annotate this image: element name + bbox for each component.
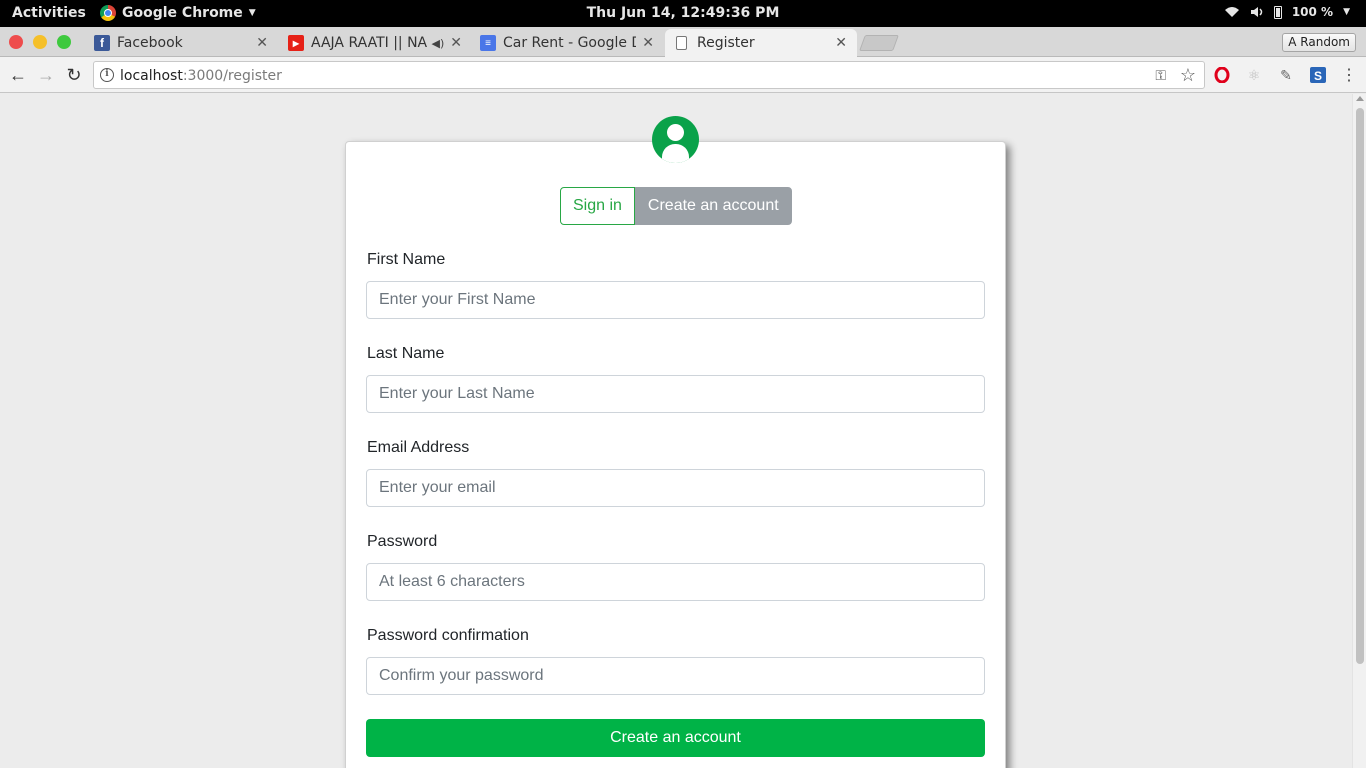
- battery-level: 100 %: [1291, 5, 1334, 19]
- url-host: localhost: [120, 68, 183, 84]
- opera-extension-icon[interactable]: [1213, 66, 1231, 84]
- react-devtools-icon[interactable]: ⚛: [1245, 66, 1263, 84]
- scroll-up-arrow-icon[interactable]: [1356, 96, 1364, 101]
- password-input[interactable]: [366, 563, 985, 601]
- profile-button[interactable]: A Random: [1282, 33, 1356, 52]
- maximize-window-button[interactable]: [57, 35, 71, 49]
- eyedropper-icon[interactable]: ✎: [1277, 66, 1295, 84]
- last-name-label: Last Name: [367, 345, 445, 362]
- password-label: Password: [367, 533, 438, 550]
- tab-facebook[interactable]: f Facebook ✕: [86, 29, 278, 57]
- user-avatar-icon: [652, 116, 699, 163]
- system-top-bar: Activities Google Chrome ▼ Thu Jun 14, 1…: [0, 0, 1366, 27]
- chrome-icon: [100, 5, 116, 21]
- reload-icon[interactable]: ↻: [64, 65, 84, 85]
- minimize-window-button[interactable]: [33, 35, 47, 49]
- extension-s-icon[interactable]: S: [1309, 66, 1327, 84]
- tab-register[interactable]: Register ✕: [665, 29, 857, 57]
- last-name-input[interactable]: [366, 375, 985, 413]
- register-card: Sign in Create an account First Name Las…: [345, 141, 1006, 768]
- create-account-button[interactable]: Create an account: [366, 719, 985, 757]
- password-confirmation-input[interactable]: [366, 657, 985, 695]
- first-name-input[interactable]: [366, 281, 985, 319]
- url-text: localhost:3000/register: [120, 68, 282, 84]
- page-scrollbar[interactable]: [1352, 94, 1366, 768]
- google-docs-icon: ≡: [480, 35, 496, 51]
- sign-in-tab-button[interactable]: Sign in: [560, 187, 635, 225]
- tab-strip: f Facebook ✕ ▶ AAJA RAATI || NA ◀) ✕ ≡ C…: [0, 27, 1366, 57]
- scroll-thumb[interactable]: [1356, 108, 1364, 664]
- tab-google-docs[interactable]: ≡ Car Rent - Google Do ✕: [472, 29, 664, 57]
- tab-label: Facebook: [117, 35, 183, 51]
- back-arrow-icon[interactable]: ←: [8, 65, 28, 85]
- email-label: Email Address: [367, 439, 470, 456]
- url-path: :3000/register: [182, 68, 282, 84]
- password-confirmation-label: Password confirmation: [367, 627, 529, 644]
- status-menu[interactable]: 100 % ▼: [1224, 5, 1350, 19]
- tab-label: Register: [697, 35, 755, 51]
- caret-down-icon: ▼: [248, 8, 256, 18]
- speaker-icon[interactable]: ◀): [432, 37, 445, 50]
- battery-icon: [1273, 5, 1282, 19]
- address-bar[interactable]: i localhost:3000/register ⚿ ☆: [93, 61, 1205, 89]
- browser-toolbar: ← → ↻ i localhost:3000/register ⚿ ☆ ⚛ ✎ …: [0, 57, 1366, 93]
- bookmark-star-icon[interactable]: ☆: [1180, 65, 1196, 86]
- close-tab-icon[interactable]: ✕: [642, 35, 654, 51]
- close-tab-icon[interactable]: ✕: [450, 35, 462, 51]
- key-icon[interactable]: ⚿: [1155, 67, 1166, 84]
- volume-icon: [1250, 7, 1263, 17]
- wifi-icon: [1224, 7, 1239, 17]
- first-name-label: First Name: [367, 251, 446, 268]
- app-name: Google Chrome: [122, 5, 243, 21]
- page-icon: [676, 36, 687, 50]
- svg-text:S: S: [1314, 69, 1322, 83]
- tab-youtube[interactable]: ▶ AAJA RAATI || NA ◀) ✕: [280, 29, 472, 57]
- youtube-icon: ▶: [288, 35, 304, 51]
- tab-label: Car Rent - Google Do: [503, 35, 637, 51]
- close-tab-icon[interactable]: ✕: [835, 35, 847, 51]
- forward-arrow-icon[interactable]: →: [36, 65, 56, 85]
- app-menu[interactable]: Google Chrome ▼: [100, 5, 256, 21]
- facebook-icon: f: [94, 35, 110, 51]
- close-tab-icon[interactable]: ✕: [256, 35, 268, 51]
- info-icon[interactable]: i: [100, 68, 114, 82]
- more-menu-icon[interactable]: ⋮: [1340, 66, 1358, 84]
- activities-button[interactable]: Activities: [12, 5, 86, 21]
- create-account-tab-button[interactable]: Create an account: [634, 187, 792, 225]
- new-tab-button[interactable]: [859, 35, 899, 51]
- email-input[interactable]: [366, 469, 985, 507]
- chevron-down-icon: ▼: [1343, 7, 1350, 17]
- close-window-button[interactable]: [9, 35, 23, 49]
- tab-label: AAJA RAATI || NA: [311, 35, 428, 51]
- auth-mode-toggle: Sign in Create an account: [560, 187, 792, 225]
